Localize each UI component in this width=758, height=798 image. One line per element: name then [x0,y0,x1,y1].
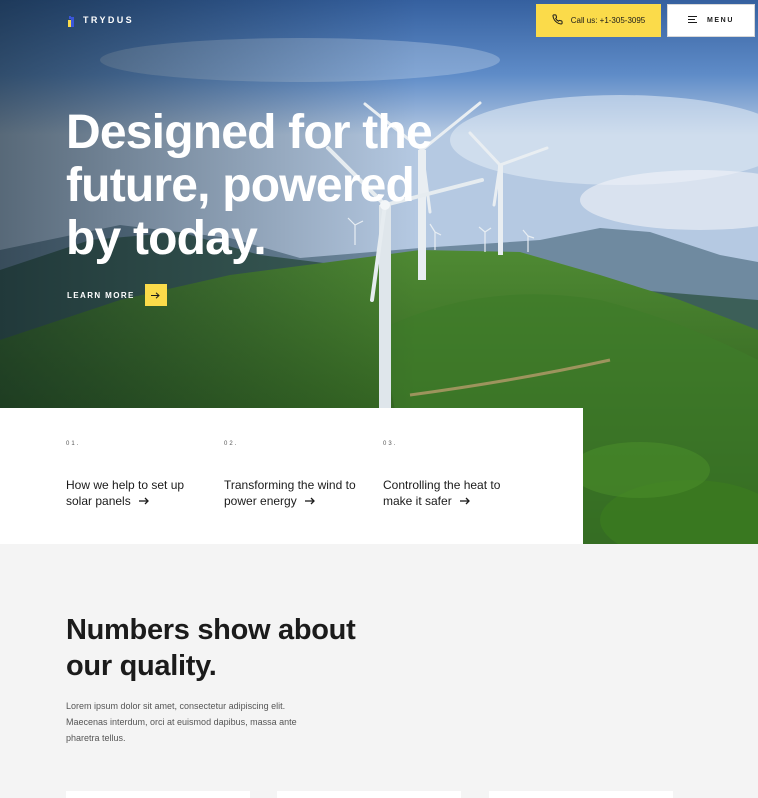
feature-number: 03. [383,441,398,447]
learn-more-label: LEARN MORE [67,290,135,300]
menu-label: MENU [706,17,734,24]
arrow-right-icon [139,494,149,508]
arrow-right-icon [460,494,470,508]
call-us-button[interactable]: Call us: +1-305-3095 [536,4,661,37]
feature-number: 02. [224,441,239,447]
learn-more-button[interactable]: LEARN MORE [67,284,167,306]
feature-link[interactable]: Controlling the heat to make it safer [383,478,523,509]
stat-card [489,791,673,798]
feature-link[interactable]: Transforming the wind to power energy [224,478,364,509]
stat-card [66,791,250,798]
call-us-label: Call us: +1-305-3095 [570,16,646,25]
feature-item: 02. Transforming the wind to power energ… [224,408,374,544]
stats-description: Lorem ipsum dolor sit amet, consectetur … [66,701,297,743]
hero-title: Designed for the future, powered by toda… [66,106,433,265]
feature-item: 01. How we help to set up solar panels [66,408,216,544]
logo-icon [66,14,78,27]
features-panel: 01. How we help to set up solar panels 0… [0,408,583,544]
stats-section: Numbers show about our quality. Lorem ip… [0,544,758,798]
feature-link[interactable]: How we help to set up solar panels [66,478,206,509]
menu-button[interactable]: MENU [667,4,755,37]
feature-title: Controlling the heat to make it safer [383,478,501,508]
feature-title: How we help to set up solar panels [66,478,185,508]
arrow-right-icon [144,284,167,306]
feature-item: 03. Controlling the heat to make it safe… [383,408,533,544]
feature-title: Transforming the wind to power energy [224,478,356,508]
stats-title: Numbers show about our quality. [66,614,356,682]
arrow-right-icon [305,494,315,508]
stat-card [277,791,461,798]
brand-name: TRYDUS [83,15,135,25]
hamburger-icon [687,16,697,25]
feature-number: 01. [66,441,81,447]
phone-icon [552,14,563,27]
brand-logo[interactable]: TRYDUS [66,14,135,27]
